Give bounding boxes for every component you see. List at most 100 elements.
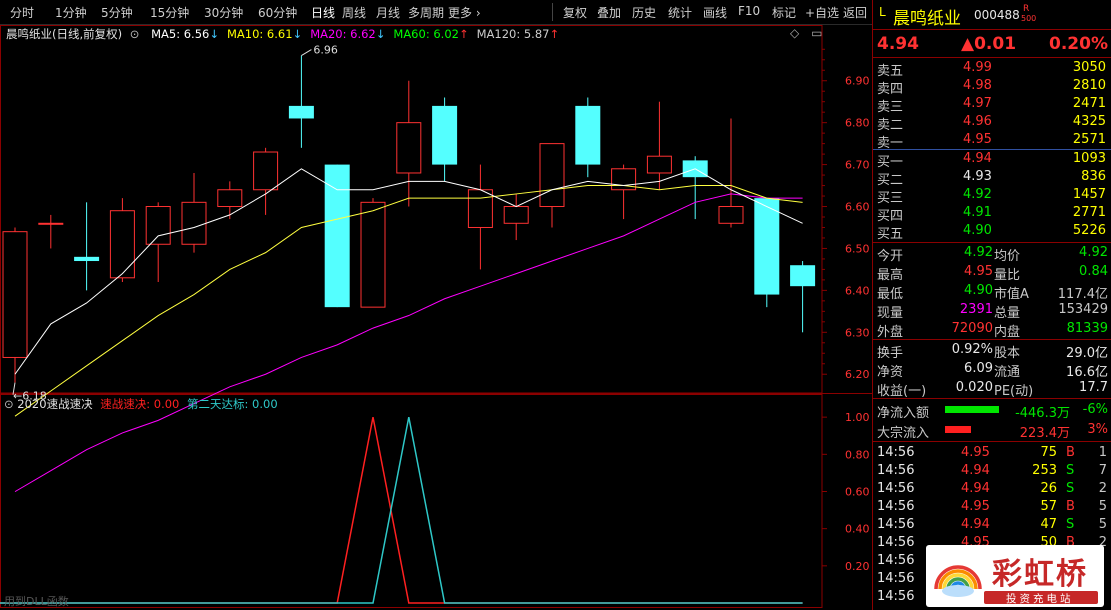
tick-row[interactable]: 14:56 4.94 47 S 5 xyxy=(873,516,1111,534)
candle-body-up xyxy=(181,201,207,245)
stat-value: 4.95 xyxy=(964,264,993,279)
overlay-button[interactable]: 叠加 xyxy=(597,4,621,21)
period-tab-5min[interactable]: 5分钟 xyxy=(101,4,133,21)
high-marker-line xyxy=(301,49,312,57)
ma-legend-label: MA60: 6.02 xyxy=(393,27,459,41)
chart-controls: ◇ ▭ xyxy=(790,26,822,40)
tick-row[interactable]: 14:56 4.95 75 B 1 xyxy=(873,444,1111,462)
price-change: ▲0.01 xyxy=(961,34,1017,54)
fund-row: 净资 6.09 流通 16.6亿 xyxy=(873,360,1111,380)
period-tab-weekly[interactable]: 周线 xyxy=(342,4,366,21)
diamond-icon[interactable]: ◇ xyxy=(790,26,799,40)
fund-value: 16.6亿 xyxy=(1066,365,1108,380)
candle-body-down xyxy=(288,105,314,119)
history-button[interactable]: 历史 xyxy=(632,4,656,21)
period-tab-monthly[interactable]: 月线 xyxy=(376,4,400,21)
ask-row[interactable]: 卖四 4.98 2810 xyxy=(873,77,1111,97)
period-tab-60min[interactable]: 60分钟 xyxy=(258,4,297,21)
flow-row: 大宗流入 223.4万 3% xyxy=(873,421,1111,441)
period-tab-30min[interactable]: 30分钟 xyxy=(204,4,243,21)
fund-label: 流通 xyxy=(994,365,1021,380)
stat-row: 最低 4.90 市值A 117.4亿 xyxy=(873,282,1111,302)
tick-price: 4.94 xyxy=(961,481,990,496)
badge-bottom: 500 xyxy=(1021,14,1037,23)
indicator-title: 2020速战速决 xyxy=(17,397,93,411)
tick-price: 4.95 xyxy=(961,445,990,460)
tick-side: B xyxy=(1066,499,1075,514)
stat-label: 外盘 xyxy=(877,325,904,340)
ma-legend-label: MA10: 6.61 xyxy=(226,27,293,41)
ask-row[interactable]: 卖一 4.95 2571 xyxy=(873,131,1111,151)
indicator-series-line xyxy=(0,417,803,604)
ask-row[interactable]: 卖三 4.97 2471 xyxy=(873,95,1111,115)
settings-circle-icon[interactable]: ⊙ xyxy=(130,27,140,41)
stats-button[interactable]: 统计 xyxy=(668,4,692,21)
mark-button[interactable]: 标记 xyxy=(772,4,796,21)
stat-label: 最高 xyxy=(877,268,904,283)
period-tab-daily[interactable]: 日线 xyxy=(311,4,335,21)
flow-pct: -6% xyxy=(1082,402,1108,417)
bid-label: 买五 xyxy=(877,227,904,242)
ask-row[interactable]: 卖二 4.96 4325 xyxy=(873,113,1111,133)
bid-row[interactable]: 买四 4.91 2771 xyxy=(873,204,1111,224)
bid-row[interactable]: 买三 4.92 1457 xyxy=(873,186,1111,206)
ask-price: 4.95 xyxy=(963,132,992,147)
fund-value: 0.92% xyxy=(951,342,993,357)
tick-count: 5 xyxy=(1098,517,1107,532)
bid-price: 4.94 xyxy=(963,151,992,166)
period-tab-fenshi[interactable]: 分时 xyxy=(10,4,34,21)
indicator-line1-label: 速战速决: 0.00 xyxy=(100,397,180,411)
flow-value: 223.4万 xyxy=(1019,426,1070,441)
high-marker-label: 6.96 xyxy=(313,44,338,57)
candle-body-up xyxy=(217,189,243,208)
period-tab-1min[interactable]: 1分钟 xyxy=(55,4,87,21)
period-tab-more[interactable]: 更多 › xyxy=(448,4,481,21)
window-icon[interactable]: ▭ xyxy=(811,26,822,40)
candle-body-up xyxy=(38,222,64,225)
stat-value: 117.4亿 xyxy=(1057,287,1108,302)
y-axis-label: 6.70 xyxy=(845,159,870,172)
period-tab-15min[interactable]: 15分钟 xyxy=(150,4,189,21)
badge-top: R xyxy=(1023,4,1030,14)
tick-volume: 57 xyxy=(1040,499,1057,514)
indicator-legend: ⊙ 2020速战速决 速战速决: 0.00 第二天达标: 0.00 xyxy=(4,396,278,412)
ask-volume: 2471 xyxy=(1072,96,1106,111)
tick-row[interactable]: 14:56 4.95 57 B 5 xyxy=(873,498,1111,516)
back-button[interactable]: 返回 xyxy=(843,4,867,21)
bid-price: 4.90 xyxy=(963,223,992,238)
ask-row[interactable]: 卖五 4.99 3050 xyxy=(873,59,1111,79)
tick-volume: 253 xyxy=(1032,463,1057,478)
chart-area[interactable]: 6.20 6.30 6.40 6.50 6.60 6.70 6.80 6.90 6.96 ←6.1… xyxy=(0,25,872,610)
stat-row: 最高 4.95 量比 0.84 xyxy=(873,263,1111,283)
kline-chart-svg[interactable]: 6.206.306.406.506.606.706.806.906.96←6.1… xyxy=(0,25,872,610)
indicator-settings-icon[interactable]: ⊙ xyxy=(4,397,14,411)
tick-row[interactable]: 14:56 4.94 253 S 7 xyxy=(873,462,1111,480)
candle-body-up xyxy=(539,143,565,208)
y-axis-label: 6.80 xyxy=(845,117,870,130)
bid-row[interactable]: 买二 4.93 836 xyxy=(873,168,1111,188)
tick-row[interactable]: 14:56 4.94 26 S 2 xyxy=(873,480,1111,498)
stat-label: 市值A xyxy=(994,287,1029,302)
stat-label: 均价 xyxy=(994,249,1021,264)
bid-row[interactable]: 买一 4.94 1093 xyxy=(873,150,1111,170)
tick-volume: 75 xyxy=(1040,445,1057,460)
ma-legend-item: MA60: 6.02↑ xyxy=(393,27,468,41)
ma-legend-label: MA120: 5.87 xyxy=(476,27,550,41)
stat-row: 现量 2391 总量 153429 xyxy=(873,301,1111,321)
y-axis-label: 6.20 xyxy=(845,368,870,381)
tick-count: 1 xyxy=(1098,445,1107,460)
add-watchlist-button[interactable]: +自选 xyxy=(805,4,839,21)
bid-row[interactable]: 买五 4.90 5226 xyxy=(873,222,1111,242)
draw-button[interactable]: 画线 xyxy=(703,4,727,21)
candle-body-up xyxy=(109,210,135,279)
fuquan-button[interactable]: 复权 xyxy=(563,4,587,21)
stock-name: 晨鸣纸业 xyxy=(893,9,961,29)
fund-row: 换手 0.92% 股本 29.0亿 xyxy=(873,341,1111,361)
chevron-right-icon: › xyxy=(475,6,481,20)
candle-body-down xyxy=(754,198,780,295)
period-tab-multi[interactable]: 多周期 xyxy=(408,4,444,21)
stat-value: 81339 xyxy=(1066,321,1108,336)
main-chart-title: 晨鸣纸业(日线,前复权) xyxy=(6,27,123,41)
f10-button[interactable]: F10 xyxy=(738,4,760,18)
bid-price: 4.92 xyxy=(963,187,992,202)
